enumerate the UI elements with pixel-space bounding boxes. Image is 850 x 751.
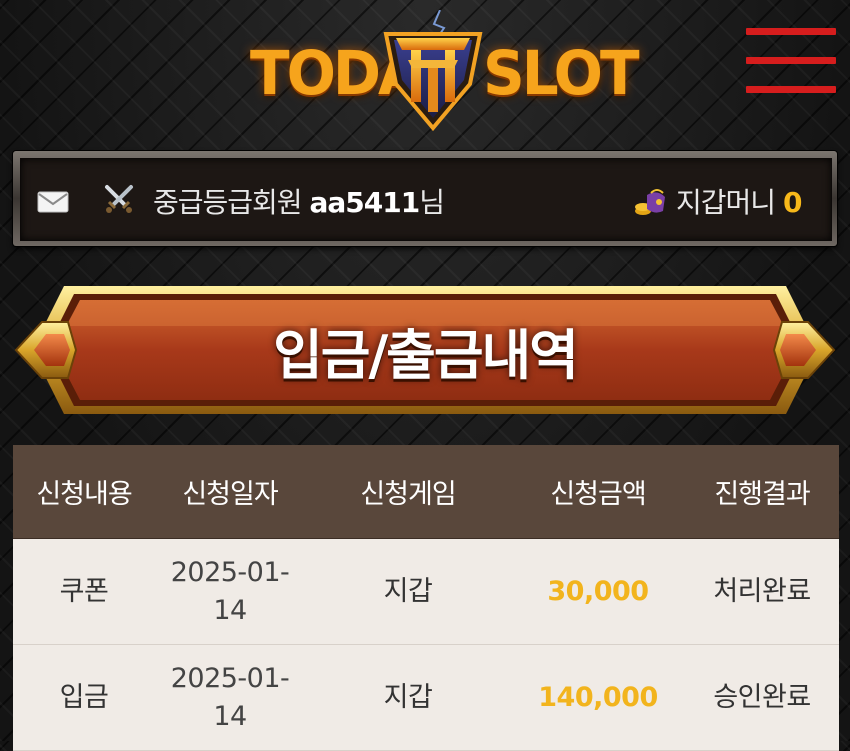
cell-status: 처리완료 [713,575,811,607]
site-logo[interactable]: TODAY SLOT [250,0,640,135]
page-title-banner: 입금/출금내역 [12,280,838,420]
hamburger-bar [746,86,836,93]
column-header-game: 신청게임 [360,479,456,510]
cell-status: 승인완료 [713,681,811,713]
table-header-row: 신청내용 신청일자 신청게임 신청금액 진행결과 [13,445,839,539]
column-header-date: 신청일자 [182,479,278,510]
logo-text-slot: SLOT [483,37,640,109]
user-info-bar: 중급등급회원 aa5411님 지갑머니 0 [13,151,837,246]
wallet-amount: 0 [783,186,803,219]
hamburger-bar [746,28,836,35]
honorific: 님 [419,186,445,219]
username: aa5411 [309,186,420,219]
cell-amount: 140,000 [538,681,658,713]
cell-type: 입금 [59,681,109,713]
wallet-balance: 지갑머니 0 [676,181,803,221]
cell-date: 2025-01-14 [170,662,290,732]
site-header: TODAY SLOT [0,0,850,140]
logo-emblem-icon [383,10,483,132]
transaction-history-table: 신청내용 신청일자 신청게임 신청금액 진행결과 쿠폰 2025-01-14 지… [13,445,839,751]
cell-date: 2025-01-14 [170,556,290,626]
table-row[interactable]: 입금 2025-01-14 지갑 140,000 승인완료 [13,645,839,751]
column-header-type: 신청내용 [36,479,132,510]
cell-game: 지갑 [383,681,433,713]
cell-amount: 30,000 [547,575,649,607]
table-row[interactable]: 쿠폰 2025-01-14 지갑 30,000 처리완료 [13,539,839,645]
user-grade-text: 중급등급회원 aa5411님 [153,181,445,221]
column-header-amount: 신청금액 [550,479,646,510]
hamburger-menu-button[interactable] [746,28,836,96]
page-title: 입금/출금내역 [273,323,579,387]
user-info-panel: 중급등급회원 aa5411님 지갑머니 0 [20,158,832,241]
member-grade-label: 중급등급회원 [153,186,303,219]
cell-game: 지갑 [383,575,433,607]
wallet-label: 지갑머니 [676,186,776,219]
hamburger-bar [746,57,836,64]
crossed-swords-icon [105,185,133,213]
wallet-coins-icon [635,189,665,215]
mail-icon[interactable] [37,191,69,213]
column-header-status: 진행결과 [714,479,810,510]
cell-type: 쿠폰 [59,575,109,607]
